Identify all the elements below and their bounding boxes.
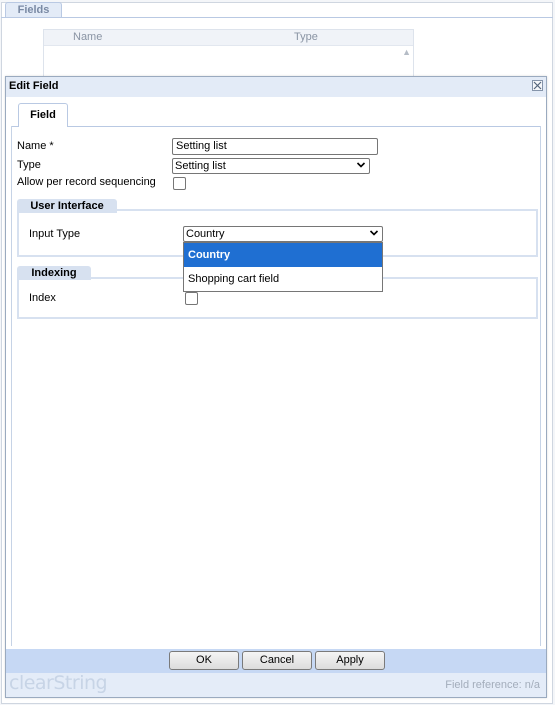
column-header-type[interactable]: Type (294, 31, 318, 43)
type-select-value: Setting list (175, 160, 226, 172)
chevron-down-icon (356, 162, 366, 168)
clearstring-logo: clearString (9, 672, 108, 694)
dialog-tabstrip: Field (6, 97, 546, 127)
edit-field-dialog: Edit Field Field Name * Setting list Typ… (5, 76, 547, 698)
dialog-titlebar[interactable]: Edit Field (6, 77, 546, 98)
indexing-legend: Indexing (17, 266, 91, 280)
ok-button[interactable]: OK (169, 651, 239, 670)
name-input[interactable]: Setting list (172, 138, 378, 155)
input-type-select[interactable]: Country (183, 226, 383, 242)
fields-grid: Name Type ▲ (43, 29, 414, 77)
user-interface-legend: User Interface (17, 199, 117, 213)
input-type-select-value: Country (186, 228, 225, 240)
name-label: Name * (17, 140, 54, 152)
dialog-title: Edit Field (9, 80, 59, 92)
type-select[interactable]: Setting list (172, 158, 370, 174)
index-checkbox[interactable] (185, 292, 198, 305)
sequencing-checkbox[interactable] (173, 177, 186, 190)
apply-button[interactable]: Apply (315, 651, 385, 670)
scroll-up-arrow-icon[interactable]: ▲ (402, 47, 411, 57)
field-reference-text: Field reference: n/a (445, 679, 540, 691)
button-bar: OK Cancel Apply (6, 649, 546, 673)
close-dialog-button[interactable] (532, 80, 543, 91)
grid-header: Name Type (44, 30, 413, 46)
option-country[interactable]: Country (184, 243, 382, 267)
index-label: Index (29, 292, 56, 304)
tab-fields[interactable]: Fields (5, 2, 62, 17)
status-bar: clearString Field reference: n/a (6, 672, 546, 697)
column-header-name[interactable]: Name (73, 31, 102, 43)
chevron-down-icon (369, 230, 379, 236)
input-type-label: Input Type (29, 228, 81, 240)
option-shopping-cart-field[interactable]: Shopping cart field (184, 267, 382, 291)
type-label: Type (17, 159, 41, 171)
sequencing-label: Allow per record sequencing (17, 176, 156, 188)
tab-field[interactable]: Field (18, 103, 68, 127)
close-icon (533, 81, 542, 90)
cancel-button[interactable]: Cancel (242, 651, 312, 670)
dialog-footer: OK Cancel Apply clearString Field refere… (6, 649, 546, 697)
input-type-dropdown-list: Country Shopping cart field (183, 242, 383, 292)
tab-underline (1, 17, 553, 18)
